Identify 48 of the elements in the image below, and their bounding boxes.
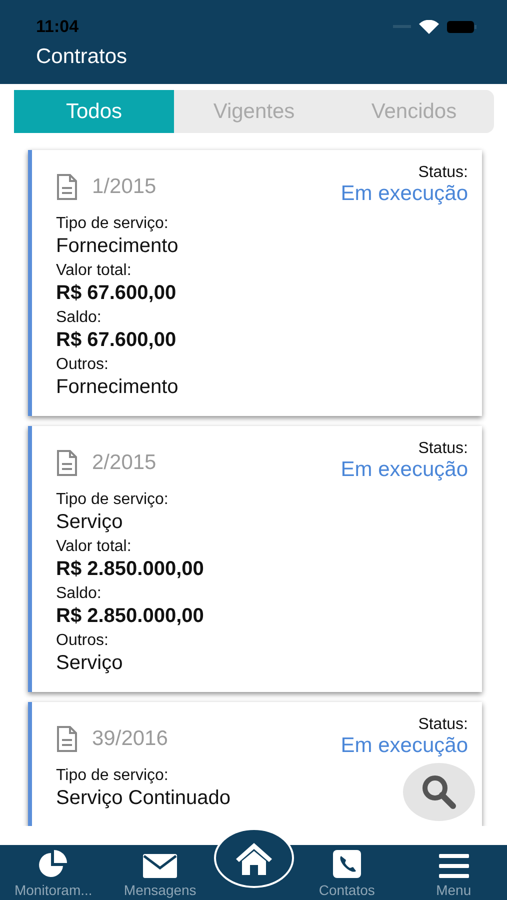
status-value: Em execução: [340, 182, 468, 206]
field-label: Tipo de serviço:: [56, 490, 168, 510]
status-time: 11:04: [36, 17, 79, 37]
field-label: Tipo de serviço:: [56, 766, 168, 786]
nav-item[interactable]: Contatos: [294, 845, 400, 900]
filter-tab[interactable]: Todos: [14, 90, 174, 133]
field-label: Outros:: [56, 355, 108, 375]
contract-card[interactable]: 39/2016 Status: Em execução Tipo de serviço: Serviço Continuado: [28, 702, 482, 826]
contract-card[interactable]: 1/2015 Status: Em execução Tipo de serviço: Fornecimento Valor total: R$ 67.600,00 Saldo: R$ 67.600,00 Outros: Fornecimento: [28, 150, 482, 416]
nav-item[interactable]: Menu: [400, 845, 507, 900]
field-value: R$ 67.600,00: [56, 281, 176, 305]
field-value: Fornecimento: [56, 234, 178, 258]
phone-icon: [332, 850, 361, 878]
mail-icon: [143, 854, 178, 878]
field-value: Serviço: [56, 510, 123, 534]
field-value: Serviço: [56, 651, 123, 675]
field-value: Fornecimento: [56, 375, 178, 399]
field-value: R$ 67.600,00: [56, 328, 176, 352]
nav-item[interactable]: Monitoram...: [0, 845, 107, 900]
contract-number: 39/2016: [92, 727, 168, 751]
field-label: Saldo:: [56, 308, 102, 328]
status-value: Em execução: [340, 458, 468, 482]
document-icon: [56, 726, 78, 752]
field-label: Outros:: [56, 631, 108, 651]
contract-card[interactable]: 2/2015 Status: Em execução Tipo de serviço: Serviço Valor total: R$ 2.850.000,00 Saldo: R$ 2.850.000,00 Outros: Serviço: [28, 426, 482, 692]
field-value: R$ 2.850.000,00: [56, 604, 204, 628]
contract-number: 1/2015: [92, 175, 156, 199]
status-label: Status:: [418, 164, 468, 182]
menu-icon: [438, 854, 469, 878]
search-icon: [421, 774, 457, 810]
page-title: Contratos: [36, 45, 128, 69]
status-value: Em execução: [340, 734, 468, 758]
field-label: Valor total:: [56, 261, 132, 281]
status-label: Status:: [418, 716, 468, 734]
nav-item[interactable]: Mensagens: [106, 845, 214, 900]
field-value: R$ 2.850.000,00: [56, 557, 204, 581]
home-icon: [234, 841, 274, 875]
field-label: Valor total:: [56, 537, 132, 557]
field-label: Tipo de serviço:: [56, 214, 168, 234]
field-value: Serviço Continuado: [56, 786, 231, 810]
contract-number: 2/2015: [92, 451, 156, 475]
document-icon: [56, 450, 78, 476]
battery-icon: [447, 20, 477, 34]
document-icon: [56, 174, 78, 200]
pie-chart-icon: [38, 850, 68, 878]
field-label: Saldo:: [56, 584, 102, 604]
status-label: Status:: [418, 440, 468, 458]
wifi-icon: [419, 20, 439, 34]
